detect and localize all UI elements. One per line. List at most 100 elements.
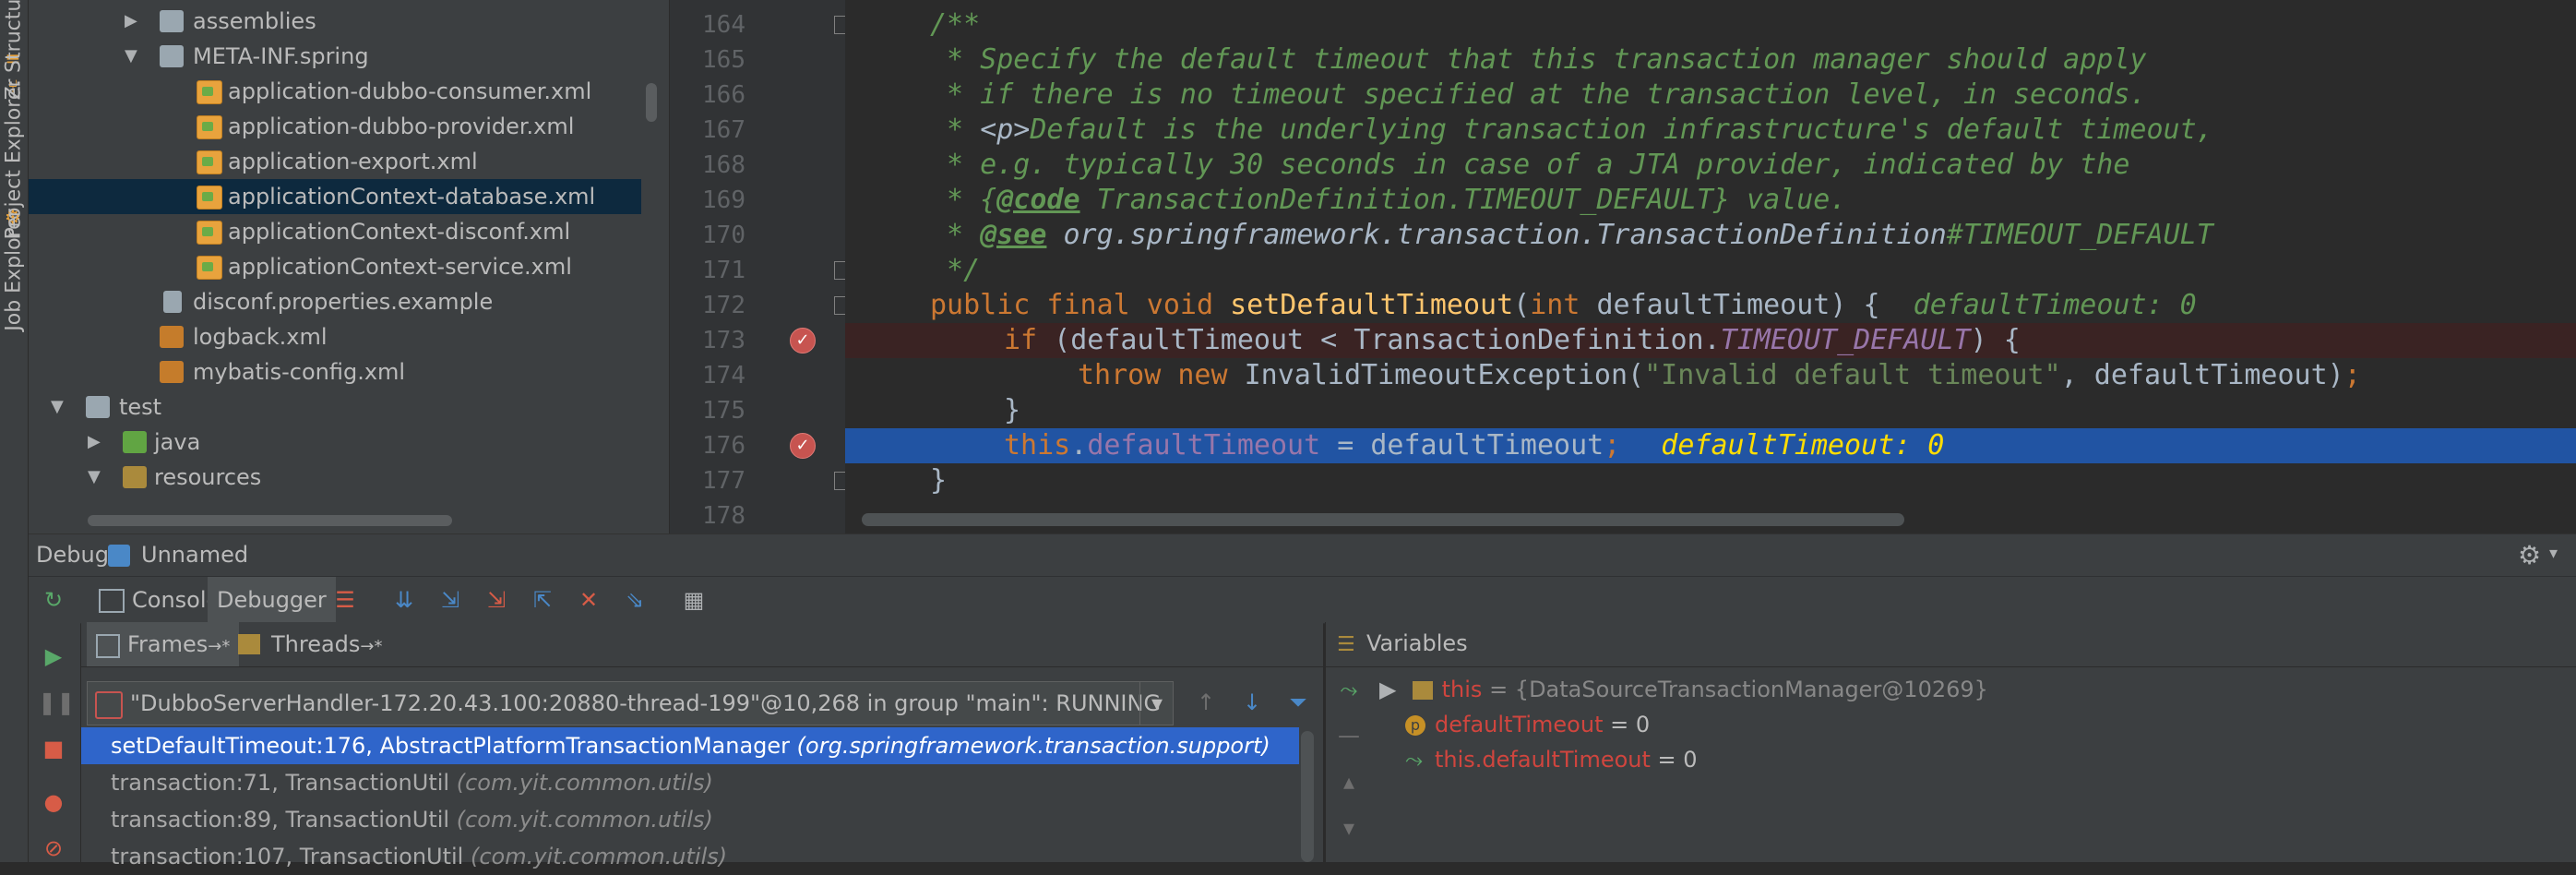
run-to-cursor-icon[interactable]: ⇘ <box>619 584 650 616</box>
tree-item-file[interactable]: application-dubbo-consumer.xml <box>29 74 669 109</box>
variable-value: = 0 <box>1603 712 1651 737</box>
tree-item-file[interactable]: application-export.xml <box>29 144 669 179</box>
editor-horizontal-scrollbar[interactable] <box>862 513 1904 526</box>
mute-breakpoints-icon[interactable]: ⊘ <box>38 833 69 864</box>
tree-vertical-scrollbar[interactable] <box>646 83 657 122</box>
run-config-name[interactable]: Unnamed <box>141 542 248 568</box>
arrow-down-icon[interactable]: ↓ <box>1236 687 1268 718</box>
arrow-down-icon[interactable]: ▾ <box>1333 812 1365 844</box>
tree-item-file[interactable]: disconf.properties.example <box>29 284 669 319</box>
drop-frame-icon[interactable]: ✕ <box>573 584 604 616</box>
code-text: , defaultTimeout) <box>2060 359 2344 391</box>
show-execution-point-icon[interactable]: ☰ <box>329 584 361 616</box>
javadoc-tag: @see <box>980 219 1047 251</box>
tab-suffix: →* <box>208 637 231 656</box>
tab-label: Debugger <box>217 587 327 613</box>
config-xml-icon <box>160 361 184 383</box>
stop-icon[interactable]: ■ <box>38 733 69 764</box>
inline-debug-value: defaultTimeout: 0 <box>1913 289 2197 321</box>
tree-item-file-selected[interactable]: applicationContext-database.xml <box>29 179 641 214</box>
collapsed-arrow-icon[interactable]: ▶ <box>125 12 143 30</box>
gear-icon[interactable]: ⚙ <box>2518 540 2541 570</box>
force-step-into-icon[interactable]: ⇲ <box>481 584 512 616</box>
rerun-icon[interactable]: ↻ <box>38 584 69 616</box>
arrow-up-icon[interactable]: ↑ <box>1190 687 1222 718</box>
breakpoint-icon[interactable]: ✓ <box>790 433 816 459</box>
tree-item-file[interactable]: applicationContext-service.xml <box>29 249 669 284</box>
line-number: 175 <box>702 397 745 425</box>
collapsed-arrow-icon[interactable]: ▶ <box>88 433 106 451</box>
xml-file-icon <box>197 115 222 139</box>
tree-item-file[interactable]: logback.xml <box>29 319 669 354</box>
frames-scrollbar[interactable] <box>1301 731 1314 862</box>
tree-item-file[interactable]: application-dubbo-provider.xml <box>29 109 669 144</box>
variable-row[interactable]: ▶ this = {DataSourceTransactionManager@1… <box>1379 672 1988 707</box>
tree-item-label: applicationContext-disconf.xml <box>228 219 571 245</box>
expanded-arrow-icon[interactable]: ▼ <box>88 468 106 486</box>
step-out-icon[interactable]: ⇱ <box>527 584 558 616</box>
thread-status-icon <box>95 691 123 719</box>
javadoc-text: /** <box>930 8 981 41</box>
chevron-down-icon[interactable]: ▾ <box>2549 544 2558 563</box>
tree-item-resources[interactable]: ▼ resources <box>29 460 669 495</box>
code-line: } <box>845 393 2576 428</box>
tree-item-java[interactable]: ▶ java <box>29 425 669 460</box>
view-breakpoints-icon[interactable]: ● <box>38 786 69 818</box>
code-line: public final void setDefaultTimeout(int … <box>845 288 2576 323</box>
debug-tool-window-header: Debug Unnamed ⚙ ▾ <box>29 533 2576 577</box>
tree-item-assemblies[interactable]: ▶ assemblies <box>29 4 669 39</box>
tree-item-file[interactable]: applicationContext-disconf.xml <box>29 214 669 249</box>
xml-file-icon <box>197 186 222 210</box>
tree-item-label: test <box>119 394 162 420</box>
inline-debug-value: defaultTimeout: 0 <box>1661 429 1945 461</box>
run-config-icon <box>108 545 130 567</box>
watch-icon[interactable]: ⤳ <box>1333 674 1365 705</box>
expanded-arrow-icon[interactable]: ▼ <box>125 47 143 66</box>
tab-frames[interactable]: Frames→* <box>87 622 240 666</box>
chevron-down-icon[interactable]: ▾ <box>1139 682 1173 725</box>
frame-row[interactable]: transaction:107, TransactionUtil (com.yi… <box>81 838 1299 875</box>
step-into-icon[interactable]: ⇲ <box>435 584 466 616</box>
tab-threads[interactable]: Threads→* <box>229 622 392 666</box>
step-over-icon[interactable]: ⇊ <box>388 584 420 616</box>
frame-row[interactable]: transaction:71, TransactionUtil (com.yit… <box>81 764 1299 801</box>
semicolon: ; <box>1604 429 1621 461</box>
tree-item-file[interactable]: mybatis-config.xml <box>29 354 669 390</box>
tab-debugger[interactable]: Debugger <box>208 577 336 623</box>
code-line: * {@code TransactionDefinition.TIMEOUT_D… <box>845 183 2576 218</box>
tree-item-label: application-dubbo-provider.xml <box>228 114 575 139</box>
variable-row[interactable]: p defaultTimeout = 0 <box>1405 707 1650 742</box>
code-line-execution-point: this.defaultTimeout = defaultTimeout; def… <box>845 428 2576 463</box>
expand-arrow-icon[interactable]: ▶ <box>1379 672 1405 707</box>
breakpoint-icon[interactable]: ✓ <box>790 328 816 354</box>
frame-row[interactable]: setDefaultTimeout:176, AbstractPlatformT… <box>81 727 1299 764</box>
tree-item-meta-inf-spring[interactable]: ▼ META-INF.spring <box>29 39 669 74</box>
javadoc-reference[interactable]: org.springframework.transaction.Transact… <box>1046 219 1946 251</box>
line-number: 178 <box>702 502 745 530</box>
variables-panel: ☰ Variables ⤳ — ▴ ▾ ▶ this = {DataSource… <box>1325 622 2576 862</box>
line-number: 170 <box>702 222 745 249</box>
left-tool-strip: ≡ Z: Structure ⑂ Project Explorer ⚙ Job … <box>0 0 29 862</box>
thread-selector[interactable]: "DubboServerHandler-172.20.43.100:20880-… <box>87 681 1174 725</box>
tree-horizontal-scrollbar[interactable] <box>88 515 452 526</box>
code-text: } <box>1004 394 1021 426</box>
code-text: = defaultTimeout <box>1320 429 1604 461</box>
line-number: 166 <box>702 81 745 109</box>
arrow-up-icon[interactable]: ▴ <box>1333 766 1365 797</box>
minus-icon[interactable]: — <box>1333 720 1365 751</box>
tree-item-test[interactable]: ▼ test <box>29 390 669 425</box>
evaluate-expression-icon[interactable]: ▦ <box>678 584 710 616</box>
expanded-arrow-icon[interactable]: ▼ <box>51 398 69 416</box>
frame-row[interactable]: transaction:89, TransactionUtil (com.yit… <box>81 801 1299 838</box>
variable-row[interactable]: ⤳ this.defaultTimeout = 0 <box>1405 742 1698 777</box>
filter-icon[interactable]: ⏷ <box>1282 687 1314 718</box>
pause-icon[interactable]: ❚❚ <box>38 687 75 718</box>
code-text: defaultTimeout) { <box>1580 289 1914 321</box>
resume-icon[interactable]: ▶ <box>38 641 69 672</box>
frame-method: transaction:107, TransactionUtil <box>111 844 464 869</box>
code-line: * @see org.springframework.transaction.T… <box>845 218 2576 253</box>
frames-tabs: Frames→* Threads→* <box>81 622 1323 667</box>
code-editor[interactable]: /** * Specify the default timeout that t… <box>845 0 2576 533</box>
job-explorer-tab[interactable]: Job Explorer <box>3 209 26 331</box>
frame-package: (com.yit.common.utils) <box>456 770 713 796</box>
